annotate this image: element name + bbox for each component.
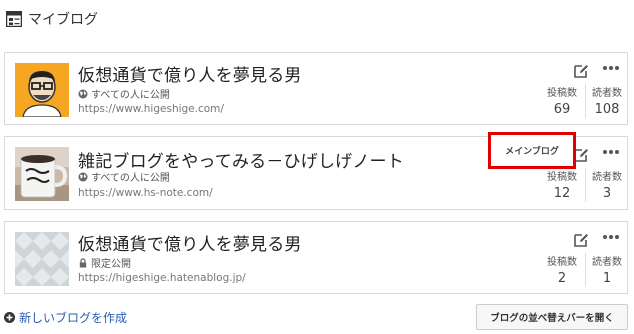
blog-url-link[interactable]: https://www.hs-note.com/ bbox=[78, 187, 213, 199]
create-blog-link[interactable]: 新しいブログを作成 bbox=[4, 309, 127, 326]
globe-icon bbox=[78, 172, 88, 181]
post-count-stat[interactable]: 投稿数 2 bbox=[541, 253, 583, 286]
avatar-face-image bbox=[15, 63, 69, 117]
blog-thumbnail-avatar[interactable] bbox=[15, 63, 69, 117]
visibility-label: すべての人に公開 bbox=[91, 173, 170, 184]
edit-icon[interactable] bbox=[573, 63, 589, 79]
visibility-label: すべての人に公開 bbox=[91, 90, 170, 101]
post-count-stat[interactable]: 投稿数 69 bbox=[541, 84, 583, 117]
visibility-status: すべての人に公開 bbox=[78, 169, 170, 184]
post-count-label: 投稿数 bbox=[547, 172, 577, 183]
blog-card: 仮想通貨で億り人を夢見る男 すべての人に公開 https://www.higes… bbox=[4, 52, 628, 125]
post-count-value: 12 bbox=[553, 186, 571, 201]
reader-count-value: 3 bbox=[602, 186, 612, 201]
blog-thumbnail-placeholder[interactable] bbox=[15, 232, 69, 286]
visibility-label: 限定公開 bbox=[91, 259, 131, 270]
reader-count-label: 読者数 bbox=[592, 172, 622, 183]
post-count-value: 69 bbox=[553, 102, 571, 117]
lock-icon bbox=[79, 257, 87, 267]
more-options-icon[interactable] bbox=[602, 65, 620, 71]
main-blog-badge: メインブログ bbox=[488, 132, 576, 169]
reader-count-label: 読者数 bbox=[592, 257, 622, 268]
blog-url-link[interactable]: https://higeshige.hatenablog.jp/ bbox=[78, 272, 246, 284]
page-title: マイブログ bbox=[28, 12, 98, 28]
stat-divider bbox=[585, 253, 586, 287]
globe-icon bbox=[78, 89, 88, 98]
blog-title-link[interactable]: 仮想通貨で億り人を夢見る男 bbox=[78, 61, 302, 86]
visibility-status: すべての人に公開 bbox=[78, 86, 170, 101]
reader-count-label: 読者数 bbox=[592, 88, 622, 99]
create-blog-label: 新しいブログを作成 bbox=[19, 311, 128, 325]
blog-url-link[interactable]: https://www.higeshige.com/ bbox=[78, 103, 224, 115]
reader-count-stat[interactable]: 読者数 3 bbox=[587, 168, 627, 201]
placeholder-pattern-image bbox=[15, 232, 69, 286]
blog-thumbnail-mug[interactable] bbox=[15, 147, 69, 201]
more-options-icon[interactable] bbox=[602, 149, 620, 155]
reader-count-stat[interactable]: 読者数 108 bbox=[587, 84, 627, 117]
more-options-icon[interactable] bbox=[602, 234, 620, 240]
post-count-label: 投稿数 bbox=[547, 88, 577, 99]
blog-title-link[interactable]: 仮想通貨で億り人を夢見る男 bbox=[78, 230, 302, 255]
blog-card: 仮想通貨で億り人を夢見る男 限定公開 https://higeshige.hat… bbox=[4, 221, 628, 294]
plus-circle-icon bbox=[4, 312, 15, 323]
stat-divider bbox=[585, 168, 586, 202]
stat-divider bbox=[585, 84, 586, 118]
reader-count-value: 1 bbox=[602, 271, 612, 286]
page-header: マイブログ bbox=[6, 8, 98, 30]
edit-icon[interactable] bbox=[573, 232, 589, 248]
post-count-value: 2 bbox=[557, 271, 567, 286]
visibility-status: 限定公開 bbox=[78, 255, 131, 270]
post-count-label: 投稿数 bbox=[547, 257, 577, 268]
reader-count-stat[interactable]: 読者数 1 bbox=[587, 253, 627, 286]
blog-list-icon bbox=[6, 11, 22, 27]
post-count-stat[interactable]: 投稿数 12 bbox=[541, 168, 583, 201]
mug-photo-image bbox=[15, 147, 69, 201]
reader-count-value: 108 bbox=[594, 102, 620, 117]
open-sort-bar-button[interactable]: ブログの並べ替えバーを開く bbox=[476, 304, 628, 330]
